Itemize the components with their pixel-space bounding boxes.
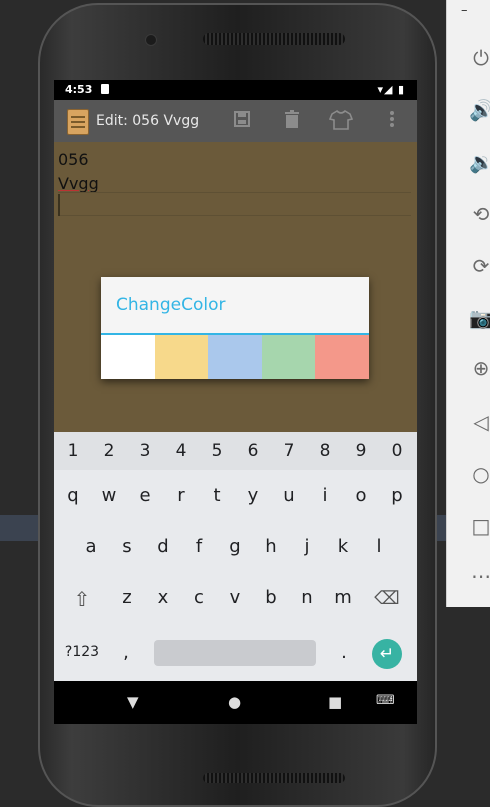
text-cursor [58,194,60,216]
period-key[interactable]: . [332,642,356,663]
key-j[interactable]: j [289,536,325,557]
power-icon[interactable]: ⏻ [469,46,490,70]
volume-up-icon[interactable]: 🔊 [469,98,490,122]
number-row: 1 2 3 4 5 6 7 8 9 0 [54,432,417,470]
app-title: Edit: 056 Vvgg [96,113,200,129]
key-m[interactable]: m [325,587,361,608]
home-button[interactable]: ● [228,693,241,711]
status-time: 4:53 [65,83,93,96]
key-a[interactable]: a [73,536,109,557]
top-speaker [203,33,345,45]
volume-down-icon[interactable]: 🔉 [469,150,490,174]
shift-key[interactable]: ⇧ [66,587,98,611]
navigation-bar: ▼ ● ■ ⌨ [54,681,417,724]
key-s[interactable]: s [109,536,145,557]
home-icon[interactable]: ○ [469,462,490,486]
more-vert-icon[interactable] [380,110,404,132]
camera-icon[interactable]: 📷 [469,306,490,330]
device-screen: 4:53 ▾◢ ▮ Edit: 056 Vvgg 056 Vvgg Change… [54,80,417,724]
key-d[interactable]: d [145,536,181,557]
status-bar: 4:53 ▾◢ ▮ [54,80,417,100]
rotate-right-icon[interactable]: ⟳ [469,254,490,278]
change-color-dialog: ChangeColor [101,277,369,379]
emulator-side-panel: – ⏻ 🔊 🔉 ⟲ ⟳ 📷 ⊕ ◁ ○ □ ⋯ [446,0,490,607]
key-6[interactable]: 6 [235,441,271,461]
bottom-speaker [203,773,345,783]
key-t[interactable]: t [199,485,235,506]
note-line-2: Vvgg [58,174,99,193]
rotate-left-icon[interactable]: ⟲ [469,202,490,226]
key-p[interactable]: p [379,485,415,506]
notepad-app-icon [67,109,89,135]
soft-keyboard: 1 2 3 4 5 6 7 8 9 0 q w e r t y u i o p … [54,432,417,681]
key-9[interactable]: 9 [343,441,379,461]
key-n[interactable]: n [289,587,325,608]
key-q[interactable]: q [55,485,91,506]
back-button[interactable]: ▼ [127,693,139,711]
key-k[interactable]: k [325,536,361,557]
key-5[interactable]: 5 [199,441,235,461]
key-8[interactable]: 8 [307,441,343,461]
swatch-blue[interactable] [208,335,262,379]
key-x[interactable]: x [145,587,181,608]
key-h[interactable]: h [253,536,289,557]
front-camera [145,34,157,46]
swatch-green[interactable] [261,335,316,379]
back-icon[interactable]: ◁ [469,410,490,434]
signal-battery-icons: ▾◢ ▮ [377,83,405,96]
note-line-1: 056 [58,150,89,169]
key-0[interactable]: 0 [379,441,415,461]
key-2[interactable]: 2 [91,441,127,461]
key-z[interactable]: z [109,587,145,608]
symbols-key[interactable]: ?123 [60,644,104,660]
enter-key[interactable]: ↵ [372,639,402,669]
color-swatches [101,335,369,379]
recents-button[interactable]: ■ [328,693,342,711]
save-icon[interactable] [230,110,254,132]
minimize-button[interactable]: – [461,3,468,18]
sdcard-icon [101,84,109,94]
key-u[interactable]: u [271,485,307,506]
swatch-red[interactable] [315,335,369,379]
zoom-icon[interactable]: ⊕ [469,356,490,380]
key-v[interactable]: v [217,587,253,608]
key-1[interactable]: 1 [55,441,91,461]
key-l[interactable]: l [361,536,397,557]
key-b[interactable]: b [253,587,289,608]
ruled-line [58,192,411,193]
key-r[interactable]: r [163,485,199,506]
note-editor[interactable]: 056 Vvgg ChangeColor [54,142,417,432]
ime-switch-icon[interactable]: ⌨ [376,693,395,708]
app-bar: Edit: 056 Vvgg [54,100,417,142]
key-o[interactable]: o [343,485,379,506]
key-f[interactable]: f [181,536,217,557]
key-g[interactable]: g [217,536,253,557]
key-i[interactable]: i [307,485,343,506]
overview-icon[interactable]: □ [469,514,490,538]
swatch-yellow[interactable] [154,335,209,379]
key-e[interactable]: e [127,485,163,506]
spacebar[interactable] [154,640,316,666]
shirt-icon[interactable] [328,109,354,132]
key-7[interactable]: 7 [271,441,307,461]
more-icon[interactable]: ⋯ [469,564,490,588]
key-3[interactable]: 3 [127,441,163,461]
ruled-line [58,215,411,216]
key-w[interactable]: w [91,485,127,506]
swatch-white[interactable] [101,335,155,379]
backspace-key[interactable]: ⌫ [370,588,404,609]
trash-icon[interactable] [280,110,304,132]
key-y[interactable]: y [235,485,271,506]
key-4[interactable]: 4 [163,441,199,461]
comma-key[interactable]: , [114,642,138,663]
dialog-title: ChangeColor [116,295,226,315]
key-c[interactable]: c [181,587,217,608]
